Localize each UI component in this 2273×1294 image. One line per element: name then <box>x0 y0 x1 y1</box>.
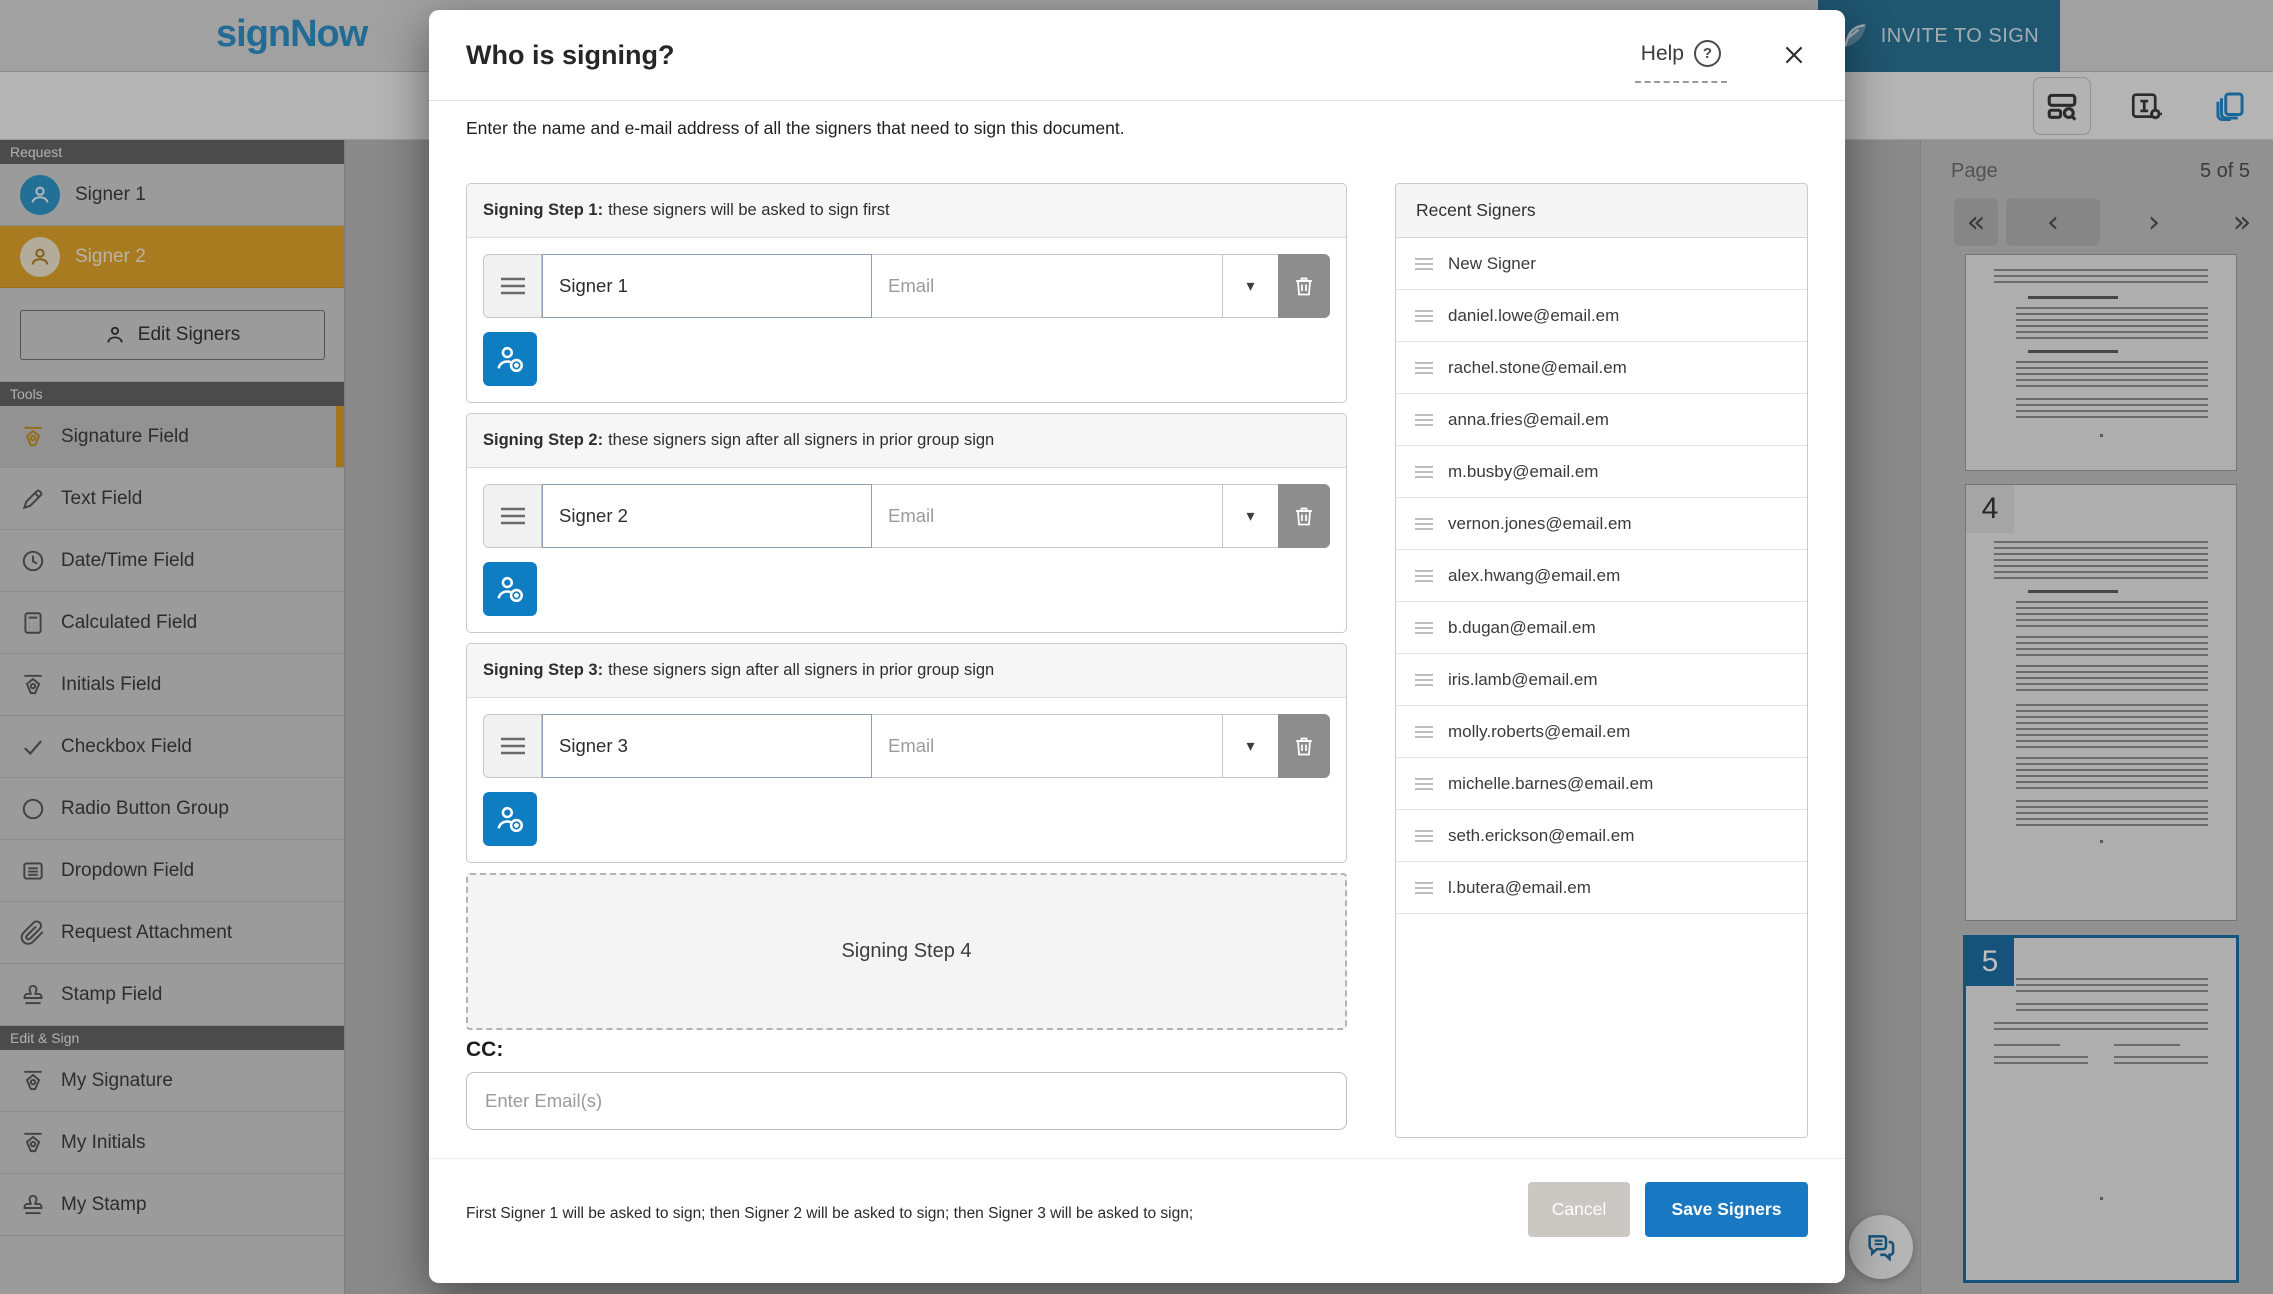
drag-handle-icon <box>1414 361 1434 375</box>
delete-signer-button[interactable] <box>1278 714 1330 778</box>
signing-step-4-dropzone[interactable]: Signing Step 4 <box>466 873 1347 1030</box>
drag-handle-icon <box>1414 829 1434 843</box>
recent-signer-row[interactable]: alex.hwang@email.em <box>1396 550 1807 602</box>
recent-signer-row[interactable]: anna.fries@email.em <box>1396 394 1807 446</box>
recent-signer-row[interactable]: daniel.lowe@email.em <box>1396 290 1807 342</box>
drag-handle-icon <box>1414 881 1434 895</box>
signing-step-3-header: Signing Step 3: these signers sign after… <box>467 644 1346 698</box>
delete-signer-button[interactable] <box>1278 254 1330 318</box>
save-signers-button[interactable]: Save Signers <box>1645 1182 1808 1237</box>
add-signer-button[interactable] <box>483 562 537 616</box>
signer-email-input[interactable] <box>872 255 1222 317</box>
modal-instruction: Enter the name and e-mail address of all… <box>466 118 1125 139</box>
recent-signer-row[interactable]: vernon.jones@email.em <box>1396 498 1807 550</box>
drag-handle-icon <box>1414 673 1434 687</box>
modal-header-divider <box>429 100 1845 101</box>
modal-footer-divider <box>429 1158 1845 1159</box>
signer-email-input[interactable] <box>872 715 1222 777</box>
recent-signer-row[interactable]: iris.lamb@email.em <box>1396 654 1807 706</box>
drag-handle-icon <box>1414 465 1434 479</box>
drag-handle-icon <box>1414 413 1434 427</box>
signing-steps: Signing Step 1: these signers will be as… <box>466 183 1347 1030</box>
delete-signer-button[interactable] <box>1278 484 1330 548</box>
recent-signers-panel: Recent Signers New Signer daniel.lowe@em… <box>1395 183 1808 1138</box>
chevron-down-icon[interactable]: ▾ <box>1222 255 1278 317</box>
signer-name-input[interactable] <box>542 714 872 778</box>
drag-handle-icon[interactable] <box>484 485 542 547</box>
cc-label: CC: <box>466 1038 503 1062</box>
recent-signer-row[interactable]: b.dugan@email.em <box>1396 602 1807 654</box>
chevron-down-icon[interactable]: ▾ <box>1222 485 1278 547</box>
drag-handle-icon <box>1414 621 1434 635</box>
cancel-button[interactable]: Cancel <box>1528 1182 1630 1237</box>
help-question-icon: ? <box>1694 40 1721 67</box>
signing-order-summary: First Signer 1 will be asked to sign; th… <box>466 1205 1193 1223</box>
drag-handle-icon <box>1414 257 1434 271</box>
help-button[interactable]: Help ? <box>1635 40 1727 83</box>
drag-handle-icon[interactable] <box>484 715 542 777</box>
recent-signer-row[interactable]: seth.erickson@email.em <box>1396 810 1807 862</box>
recent-signer-row[interactable]: rachel.stone@email.em <box>1396 342 1807 394</box>
signer-row: ▾ <box>483 484 1330 548</box>
drag-handle-icon[interactable] <box>484 255 542 317</box>
signer-row: ▾ <box>483 254 1330 318</box>
drag-handle-icon <box>1414 725 1434 739</box>
drag-handle-icon <box>1414 517 1434 531</box>
signer-name-input[interactable] <box>542 484 872 548</box>
recent-signer-row[interactable]: New Signer <box>1396 238 1807 290</box>
who-is-signing-modal: Who is signing? Help ? Enter the name an… <box>429 10 1845 1283</box>
recent-signer-row[interactable]: l.butera@email.em <box>1396 862 1807 914</box>
drag-handle-icon <box>1414 569 1434 583</box>
cc-email-input[interactable] <box>466 1072 1347 1130</box>
app-root: signNow INVITE TO SIGN Request <box>0 0 2273 1294</box>
signing-step-2: Signing Step 2: these signers sign after… <box>466 413 1347 633</box>
signer-name-input[interactable] <box>542 254 872 318</box>
add-signer-button[interactable] <box>483 332 537 386</box>
signing-step-2-header: Signing Step 2: these signers sign after… <box>467 414 1346 468</box>
recent-signer-row[interactable]: michelle.barnes@email.em <box>1396 758 1807 810</box>
signing-step-1: Signing Step 1: these signers will be as… <box>466 183 1347 403</box>
signing-step-3: Signing Step 3: these signers sign after… <box>466 643 1347 863</box>
recent-signers-title: Recent Signers <box>1396 184 1807 238</box>
modal-title: Who is signing? <box>466 40 674 71</box>
signer-email-input[interactable] <box>872 485 1222 547</box>
recent-signer-row[interactable]: m.busby@email.em <box>1396 446 1807 498</box>
signer-row: ▾ <box>483 714 1330 778</box>
close-icon[interactable] <box>1781 42 1807 68</box>
drag-handle-icon <box>1414 309 1434 323</box>
recent-signer-row[interactable]: molly.roberts@email.em <box>1396 706 1807 758</box>
signing-step-1-header: Signing Step 1: these signers will be as… <box>467 184 1346 238</box>
drag-handle-icon <box>1414 777 1434 791</box>
add-signer-button[interactable] <box>483 792 537 846</box>
chevron-down-icon[interactable]: ▾ <box>1222 715 1278 777</box>
